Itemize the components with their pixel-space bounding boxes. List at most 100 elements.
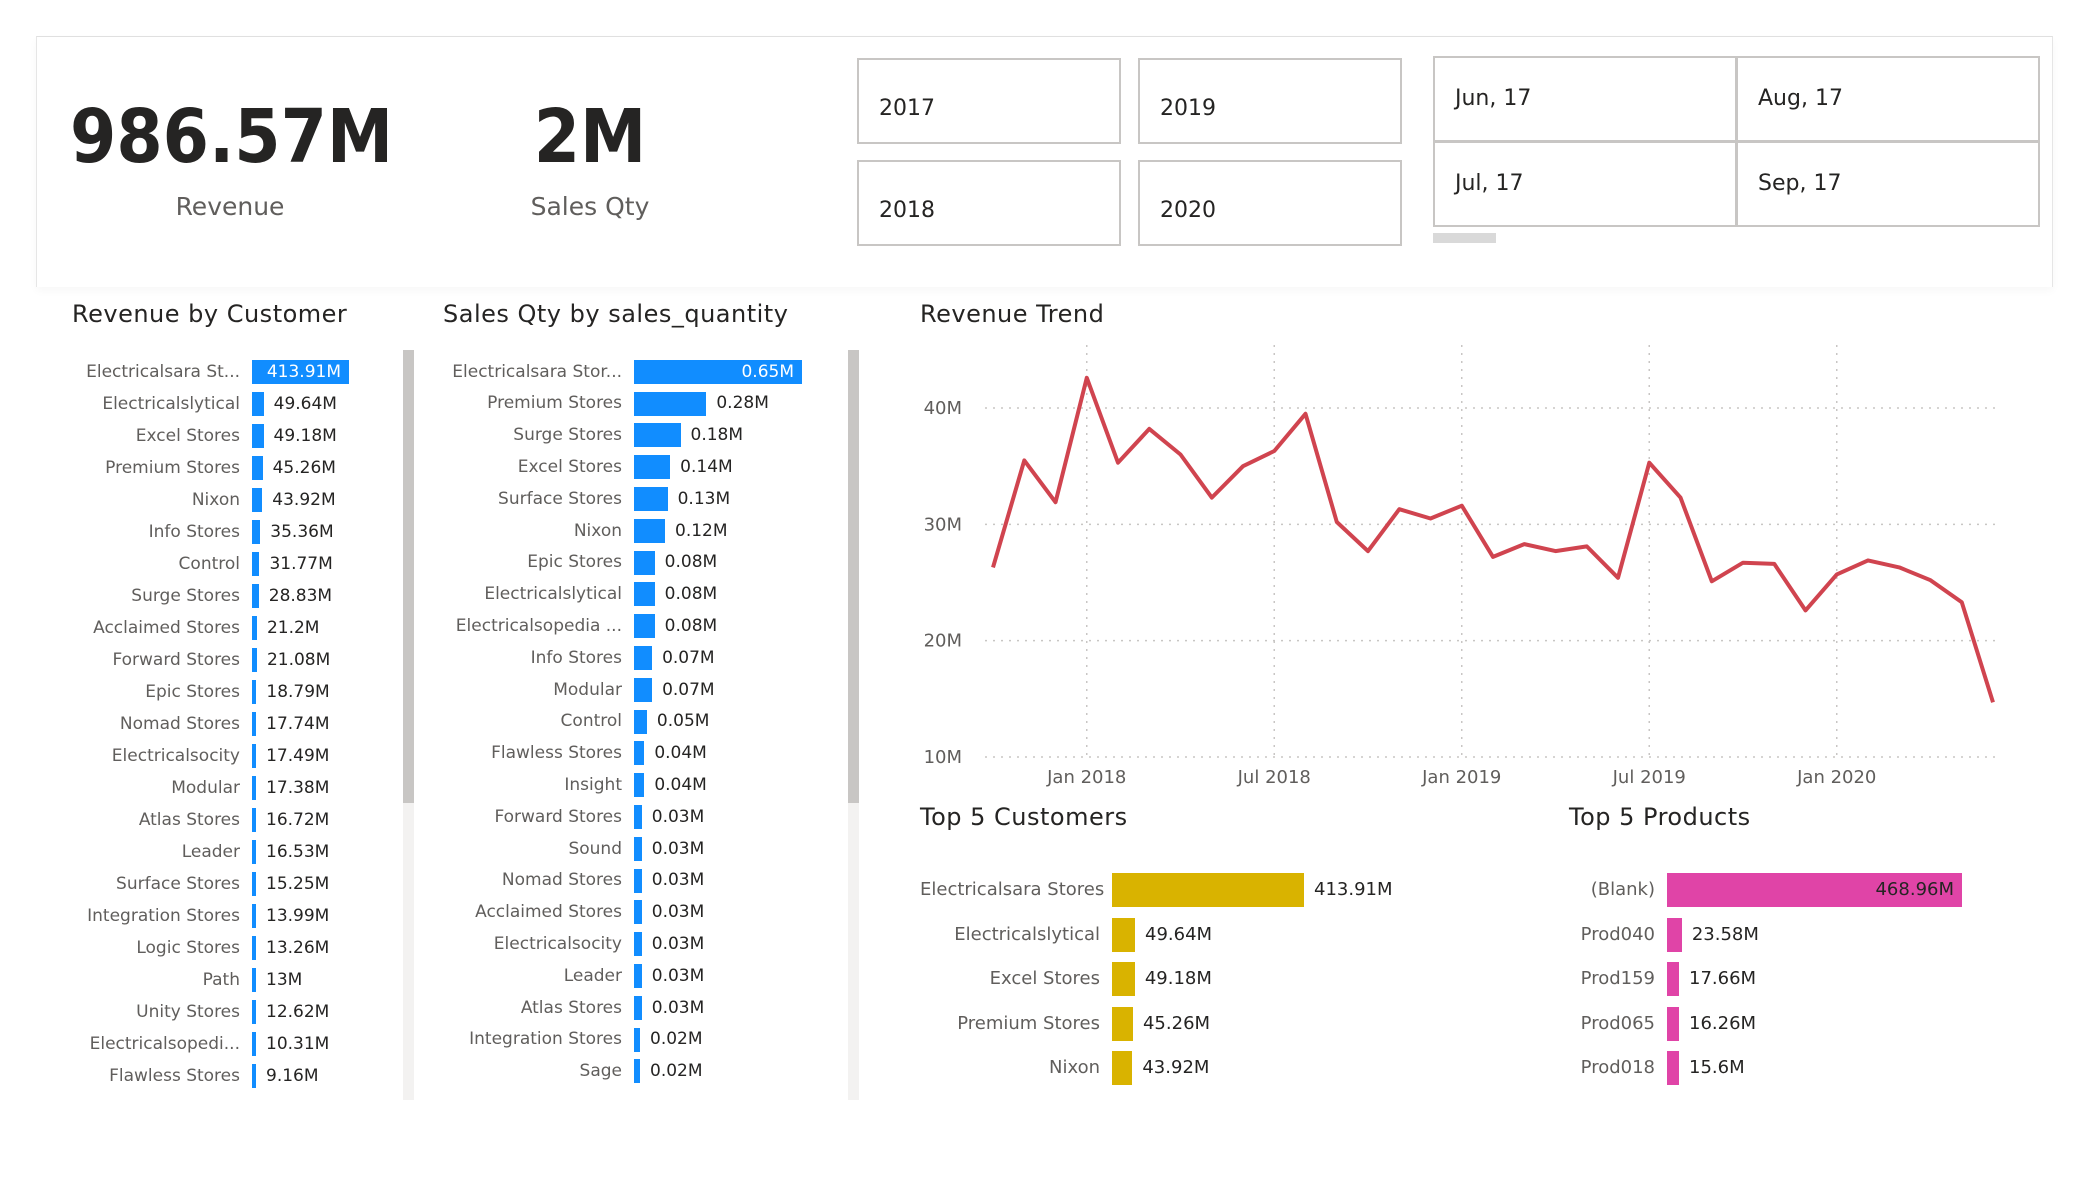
bar-row[interactable]: Nixon 43.92M: [60, 484, 400, 516]
bar-row[interactable]: (Blank) 468.96M: [1569, 868, 1999, 908]
bar[interactable]: [252, 520, 261, 544]
bar-row[interactable]: Excel Stores 0.14M: [430, 451, 840, 483]
scrollbar-thumb[interactable]: [848, 350, 859, 803]
bar[interactable]: [634, 487, 668, 512]
bar-row[interactable]: Electricalsara Stor... 0.65M: [430, 356, 840, 388]
bar-row[interactable]: Excel Stores 49.18M: [60, 420, 400, 452]
bar[interactable]: [634, 646, 653, 671]
bar-row[interactable]: Sage 0.02M: [430, 1056, 840, 1088]
bar-row[interactable]: Acclaimed Stores 21.2M: [60, 612, 400, 644]
bar[interactable]: [1667, 1051, 1679, 1086]
year-slicer-2018[interactable]: 2018: [857, 160, 1121, 246]
bar[interactable]: [634, 455, 671, 480]
sales-qty-scrollbar[interactable]: [848, 350, 859, 1100]
bar-row[interactable]: Electricalslytical 0.08M: [430, 579, 840, 611]
bar[interactable]: [634, 995, 642, 1020]
bar[interactable]: [252, 488, 263, 512]
bar[interactable]: [634, 423, 681, 448]
bar-row[interactable]: Prod159 17.66M: [1569, 957, 1999, 997]
bar-row[interactable]: Flawless Stores 0.04M: [430, 738, 840, 770]
bar[interactable]: [1112, 962, 1135, 997]
bar-row[interactable]: Acclaimed Stores 0.03M: [430, 897, 840, 929]
bar[interactable]: [634, 964, 642, 989]
bar[interactable]: [252, 456, 263, 480]
bar[interactable]: [1112, 1006, 1133, 1041]
bar-row[interactable]: Epic Stores 0.08M: [430, 547, 840, 579]
bar-row[interactable]: Electricalslytical 49.64M: [920, 913, 1480, 952]
bar-row[interactable]: Prod040 23.58M: [1569, 913, 1999, 952]
bar[interactable]: [252, 584, 259, 608]
bar-row[interactable]: Surface Stores 0.13M: [430, 483, 840, 515]
bar[interactable]: [252, 840, 256, 864]
bar-row[interactable]: Integration Stores 13.99M: [60, 900, 400, 932]
bar-row[interactable]: Atlas Stores 0.03M: [430, 992, 840, 1024]
bar[interactable]: [252, 776, 257, 800]
bar[interactable]: [252, 616, 257, 640]
bar[interactable]: [634, 391, 707, 416]
bar-row[interactable]: Prod018 15.6M: [1569, 1046, 1999, 1086]
bar-row[interactable]: Modular 0.07M: [430, 674, 840, 706]
bar-row[interactable]: Electricalsara Stores 413.91M: [920, 868, 1480, 908]
bar[interactable]: [252, 744, 257, 768]
bar[interactable]: [252, 648, 257, 672]
year-slicer-2019[interactable]: 2019: [1138, 58, 1402, 144]
bar[interactable]: [252, 1000, 256, 1024]
bar[interactable]: [634, 582, 655, 607]
bar[interactable]: [634, 868, 642, 893]
month-slicer-aug17[interactable]: Aug, 17: [1736, 56, 2040, 142]
bar[interactable]: [634, 1027, 640, 1052]
bar-row[interactable]: Path 13M: [60, 964, 400, 996]
bar[interactable]: [252, 424, 264, 448]
bar[interactable]: [634, 614, 655, 639]
bar-row[interactable]: Sound 0.03M: [430, 833, 840, 865]
bar-row[interactable]: Surge Stores 28.83M: [60, 580, 400, 612]
bar[interactable]: [252, 1064, 256, 1088]
bar[interactable]: [634, 1059, 640, 1084]
bar[interactable]: [252, 936, 256, 960]
bar[interactable]: [252, 808, 256, 832]
bar-row[interactable]: Epic Stores 18.79M: [60, 676, 400, 708]
bar-row[interactable]: Nixon 43.92M: [920, 1046, 1480, 1086]
bar[interactable]: [634, 900, 642, 925]
bar[interactable]: [252, 680, 257, 704]
bar[interactable]: [1112, 873, 1304, 908]
bar[interactable]: [1112, 1051, 1133, 1086]
bar[interactable]: [252, 392, 264, 416]
bar-row[interactable]: Electricalsara St... 413.91M: [60, 356, 400, 388]
bar-row[interactable]: Premium Stores 45.26M: [920, 1002, 1480, 1041]
bar-row[interactable]: Insight 0.04M: [430, 769, 840, 801]
bar-row[interactable]: Excel Stores 49.18M: [920, 957, 1480, 997]
bar-row[interactable]: Control 31.77M: [60, 548, 400, 580]
bar-row[interactable]: Info Stores 35.36M: [60, 516, 400, 548]
bar[interactable]: [634, 550, 655, 575]
bar[interactable]: [252, 904, 256, 928]
bar-row[interactable]: Modular 17.38M: [60, 772, 400, 804]
scrollbar-thumb[interactable]: [403, 350, 414, 803]
bar-row[interactable]: Electricalsopedi... 10.31M: [60, 1028, 400, 1060]
bar-row[interactable]: Surge Stores 0.18M: [430, 420, 840, 452]
bar[interactable]: [252, 968, 256, 992]
year-slicer-2020[interactable]: 2020: [1138, 160, 1402, 246]
month-slicer-sep17[interactable]: Sep, 17: [1736, 141, 2040, 227]
year-slicer-2017[interactable]: 2017: [857, 58, 1121, 144]
bar-row[interactable]: Premium Stores 45.26M: [60, 452, 400, 484]
bar[interactable]: [252, 1032, 256, 1056]
bar[interactable]: [1112, 917, 1136, 952]
bar-row[interactable]: Unity Stores 12.62M: [60, 996, 400, 1028]
bar-row[interactable]: Electricalslytical 49.64M: [60, 388, 400, 420]
revenue-by-customer-scrollbar[interactable]: [403, 350, 414, 1100]
bar-row[interactable]: Premium Stores 0.28M: [430, 388, 840, 420]
bar-row[interactable]: Leader 16.53M: [60, 836, 400, 868]
bar[interactable]: [634, 741, 645, 766]
bar[interactable]: [634, 773, 645, 798]
bar[interactable]: [1667, 1006, 1679, 1041]
bar[interactable]: [634, 518, 665, 543]
bar[interactable]: [634, 709, 647, 734]
month-slicer-scrollbar[interactable]: [1433, 233, 1496, 243]
bar[interactable]: [1667, 917, 1682, 952]
bar-row[interactable]: Nomad Stores 17.74M: [60, 708, 400, 740]
bar[interactable]: [252, 552, 260, 576]
bar-row[interactable]: Atlas Stores 16.72M: [60, 804, 400, 836]
bar[interactable]: [252, 712, 257, 736]
bar[interactable]: [634, 805, 642, 830]
